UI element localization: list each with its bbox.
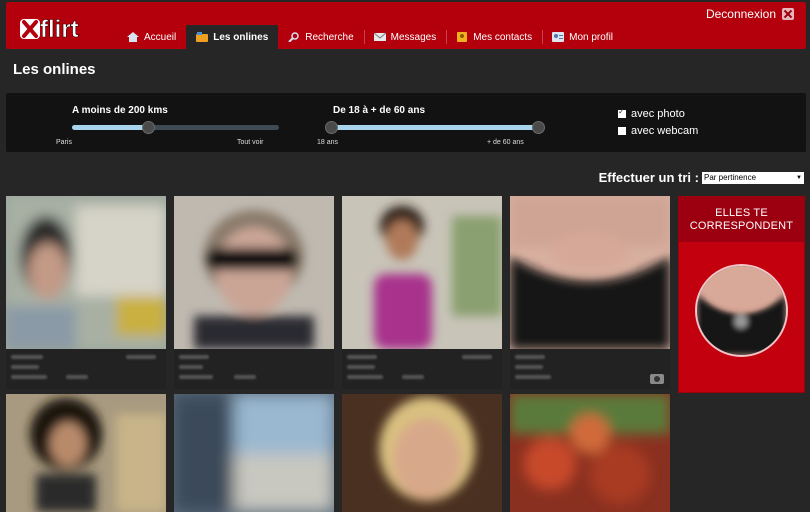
- profile-photo: [6, 196, 166, 349]
- profile-photo: [342, 196, 502, 349]
- profile-photo: [174, 394, 334, 512]
- matches-promo[interactable]: ELLES TE CORRESPONDENT: [678, 196, 805, 393]
- distance-label: A moins de 200 kms: [72, 105, 168, 116]
- age-slider-min-handle[interactable]: [324, 121, 338, 134]
- contacts-icon: [457, 32, 468, 42]
- nav-label: Accueil: [144, 31, 177, 43]
- nav-item-messages[interactable]: Messages: [363, 25, 447, 49]
- age-label: De 18 à + de 60 ans: [333, 105, 426, 116]
- age-slider-max-handle[interactable]: [531, 121, 545, 134]
- photo-checkbox-row[interactable]: avec photo: [618, 107, 685, 120]
- logo-text: flirt: [40, 16, 79, 43]
- profile-meta: [174, 349, 334, 389]
- sort-label: Effectuer un tri :: [598, 170, 699, 185]
- profile-card[interactable]: [510, 394, 670, 512]
- promo-photo: [695, 264, 788, 357]
- photo-checkbox[interactable]: [618, 107, 626, 118]
- nav-label: Mes contacts: [473, 31, 533, 43]
- distance-slider-fill: [72, 125, 149, 130]
- profile-card[interactable]: [342, 394, 502, 512]
- webcam-checkbox-row[interactable]: avec webcam: [618, 125, 698, 137]
- search-icon: [288, 32, 300, 42]
- profile-photo: [174, 196, 334, 349]
- nav-item-recherche[interactable]: Recherche: [278, 25, 363, 49]
- nav-label: Mon profil: [569, 31, 614, 43]
- chevron-down-icon: ▼: [796, 174, 802, 181]
- profile-photo: [342, 394, 502, 512]
- close-icon: [782, 8, 794, 20]
- sort-select[interactable]: Par pertinence ▼: [702, 171, 804, 184]
- sort-control: Effectuer un tri : Par pertinence ▼: [599, 170, 804, 185]
- profile-card[interactable]: [6, 394, 166, 512]
- profile-card[interactable]: [174, 394, 334, 512]
- home-icon: [127, 32, 139, 42]
- nav-label: Messages: [390, 31, 437, 43]
- age-max-label: + de 60 ans: [487, 139, 524, 146]
- webcam-checkbox[interactable]: [618, 127, 626, 135]
- nav-label: Les onlines: [213, 31, 269, 43]
- profile-card[interactable]: [510, 196, 670, 389]
- webcam-icon: [650, 374, 664, 384]
- nav-item-accueil[interactable]: Accueil: [117, 25, 186, 49]
- profile-card[interactable]: [174, 196, 334, 389]
- page-title: Les onlines: [13, 61, 96, 78]
- nav-label: Recherche: [305, 31, 354, 43]
- logout-button[interactable]: Deconnexion: [706, 7, 794, 21]
- nav-item-les-onlines[interactable]: Les onlines: [186, 25, 279, 49]
- distance-slider-handle[interactable]: [142, 121, 156, 134]
- profile-card[interactable]: [6, 196, 166, 389]
- promo-title: ELLES TE CORRESPONDENT: [679, 197, 804, 242]
- distance-max-label: Tout voir: [237, 139, 264, 146]
- profile-card[interactable]: [342, 196, 502, 389]
- site-logo[interactable]: flirt: [18, 10, 108, 46]
- age-min-label: 18 ans: [317, 139, 339, 146]
- filter-bar: A moins de 200 kms Paris Tout voir De 18…: [6, 93, 806, 152]
- profile-icon: [552, 32, 565, 42]
- logout-label: Deconnexion: [705, 7, 776, 21]
- webcam-checkbox-label: avec webcam: [631, 125, 699, 137]
- age-slider-fill: [331, 125, 538, 130]
- profile-photo: [510, 196, 670, 349]
- top-header: flirt Deconnexion Accueil Les onlines Re…: [0, 0, 810, 52]
- users-icon: [196, 32, 209, 42]
- profile-meta: [510, 349, 670, 389]
- distance-min-label: Paris: [56, 139, 72, 146]
- sort-selected-value: Par pertinence: [704, 173, 757, 182]
- photo-checkbox-label: avec photo: [631, 108, 685, 120]
- profile-photo: [510, 394, 670, 512]
- mail-icon: [373, 32, 386, 41]
- main-nav: Accueil Les onlines Recherche Messages M…: [117, 25, 623, 49]
- profile-photo: [6, 394, 166, 512]
- profile-meta: [342, 349, 502, 389]
- nav-item-mon-profil[interactable]: Mon profil: [542, 25, 623, 49]
- profile-meta: [6, 349, 166, 389]
- nav-item-mes-contacts[interactable]: Mes contacts: [446, 25, 542, 49]
